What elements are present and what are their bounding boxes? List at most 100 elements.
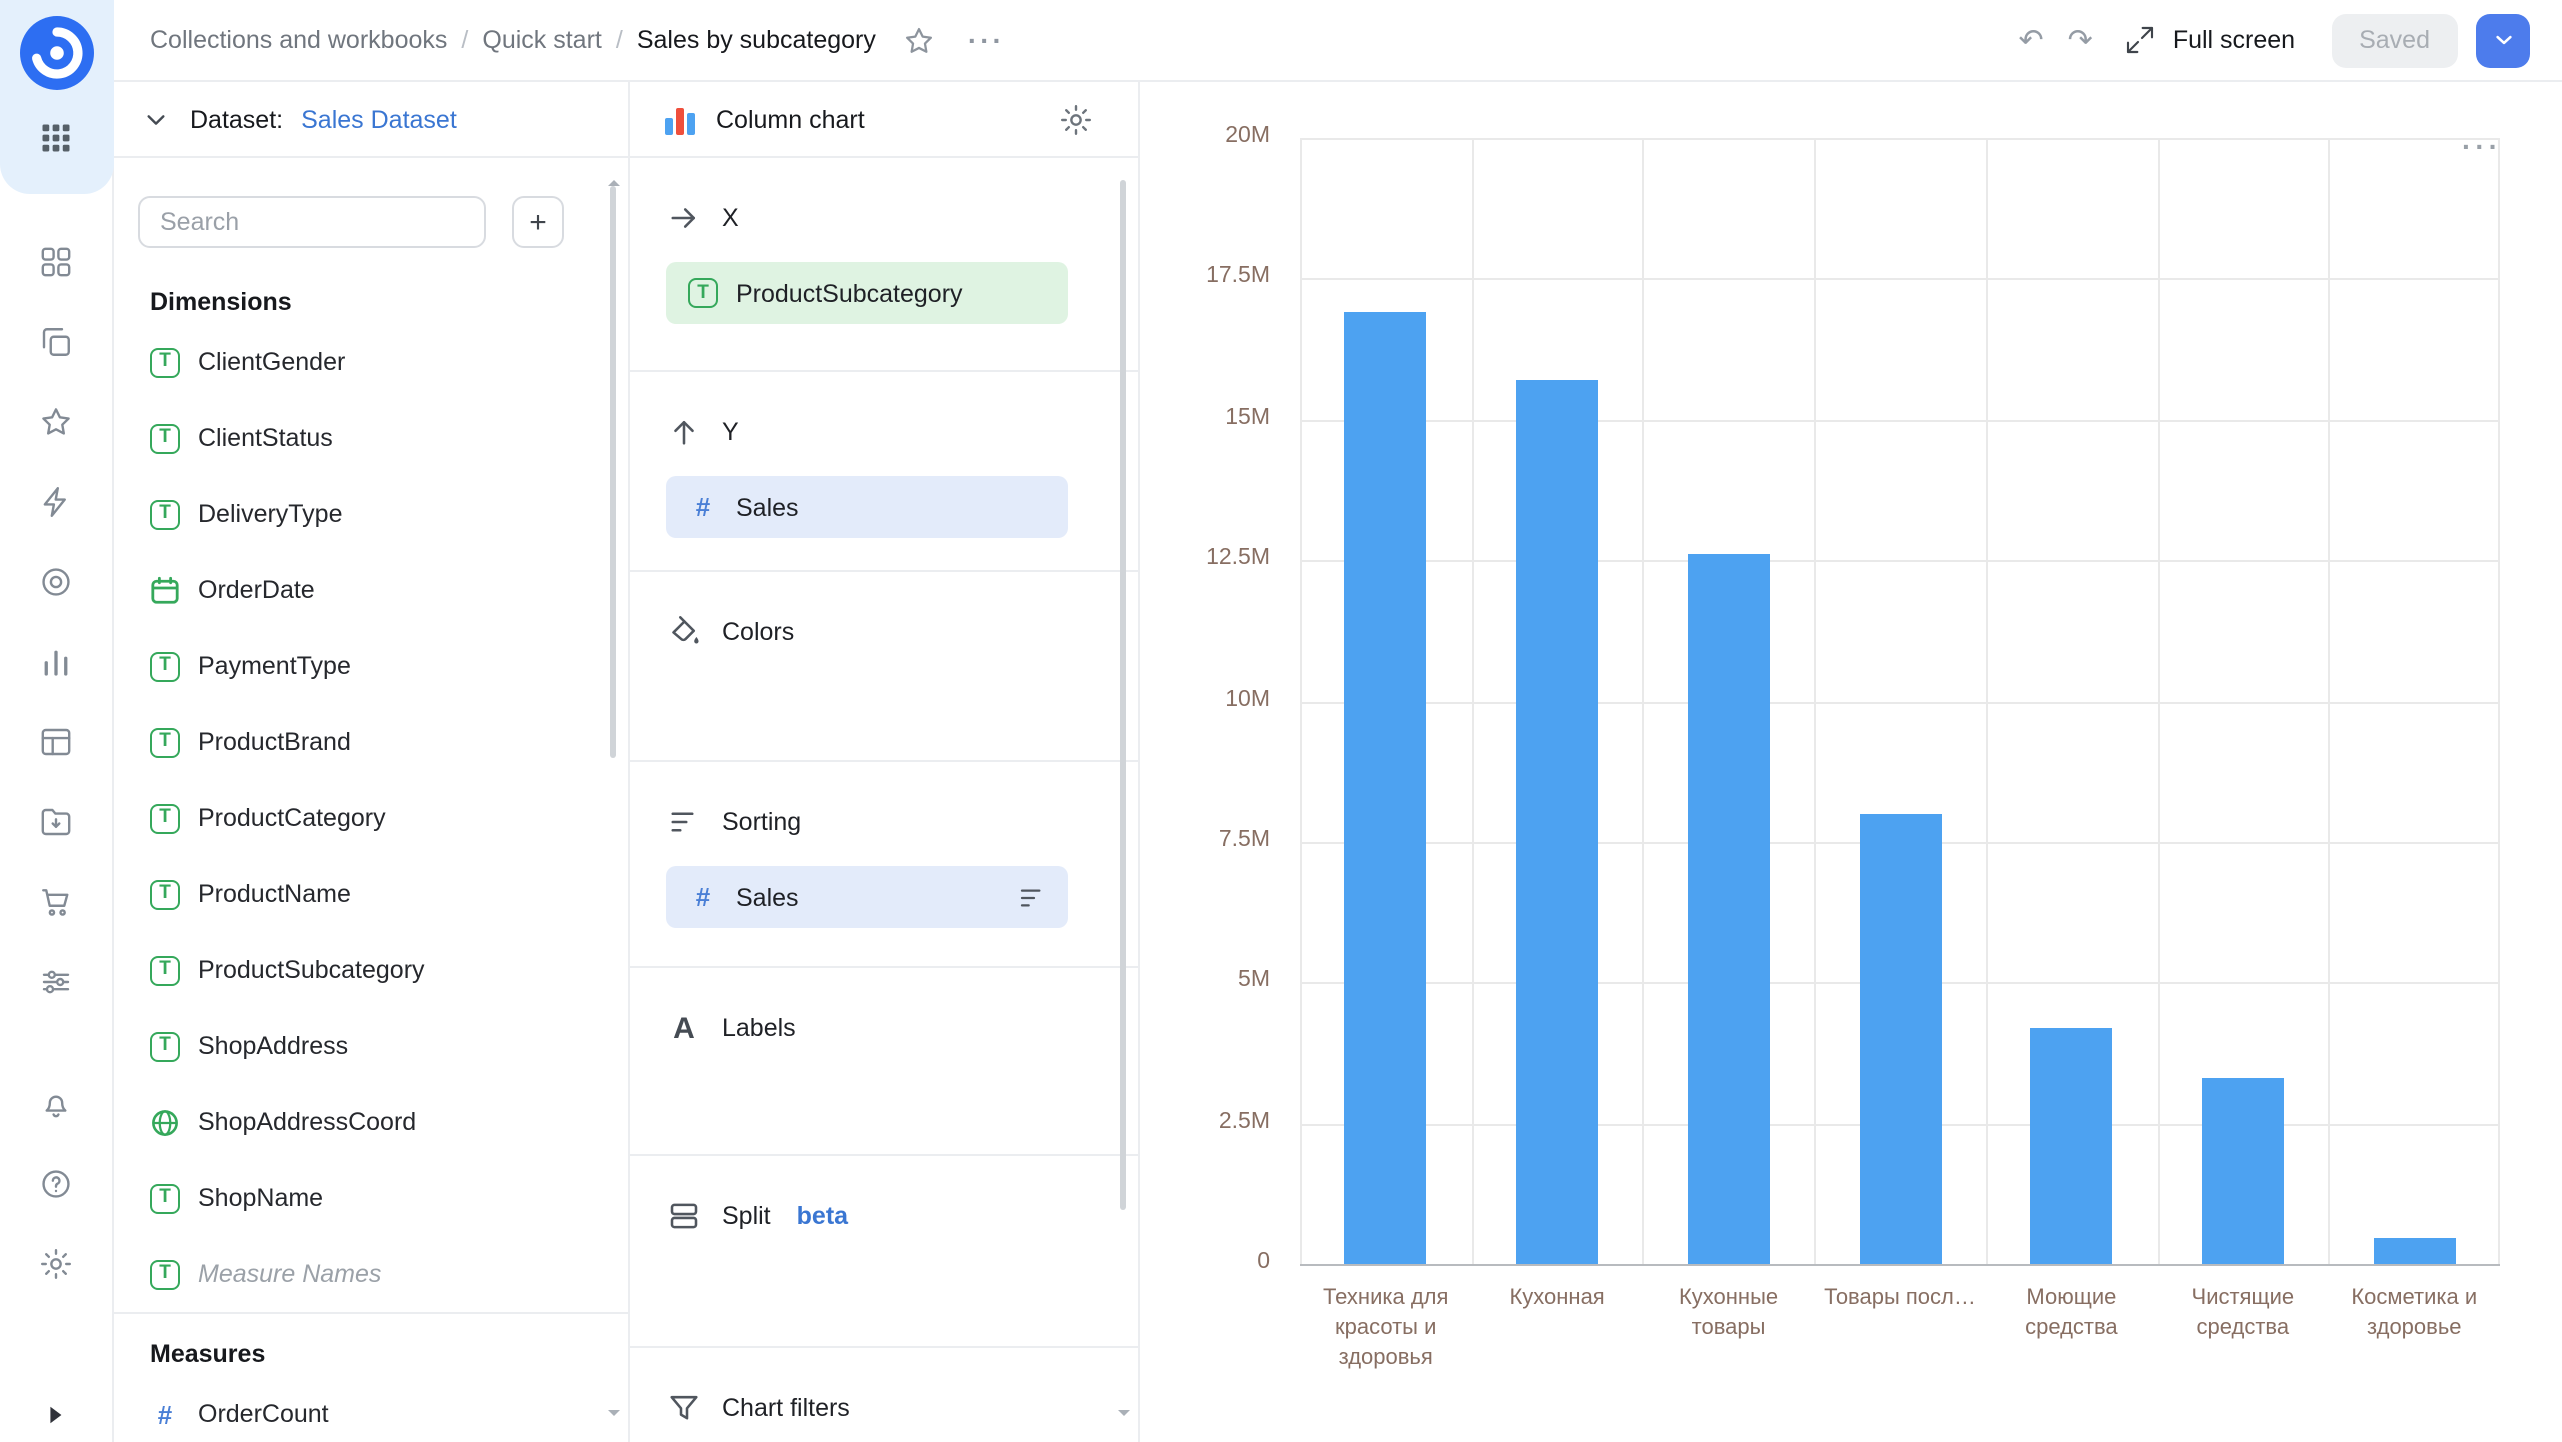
paint-bucket-icon — [666, 614, 702, 650]
field-type-text-icon: T — [150, 1259, 180, 1289]
gridline — [1300, 278, 2500, 281]
field-type-text-icon: T — [150, 727, 180, 757]
favorite-star-icon[interactable] — [902, 23, 936, 57]
funnel-icon — [666, 1390, 702, 1426]
field-type-number-icon: # — [157, 1399, 173, 1429]
field-row[interactable]: T DeliveryType — [114, 476, 628, 552]
chart-type-header: Column chart — [630, 82, 1138, 158]
y-axis-tick-label: 15M — [1225, 405, 1270, 430]
fullscreen-label: Full screen — [2172, 26, 2296, 54]
plot-area — [1300, 138, 2500, 1266]
breadcrumb-quick-start[interactable]: Quick start — [482, 26, 602, 54]
field-row[interactable]: T PaymentType — [114, 628, 628, 704]
bar-chart-icon[interactable] — [38, 644, 74, 680]
save-button[interactable]: Saved — [2331, 13, 2458, 67]
field-type-text-icon: T — [150, 803, 180, 833]
add-field-button[interactable]: + — [512, 196, 564, 248]
field-row[interactable]: T ProductName — [114, 856, 628, 932]
field-row[interactable]: T Measure Names — [114, 1236, 628, 1312]
config-scrollbar[interactable] — [1120, 170, 1126, 1410]
dataset-header: Dataset: Sales Dataset — [114, 82, 628, 158]
rings-icon[interactable] — [38, 564, 74, 600]
section-x-label: X — [722, 204, 739, 232]
field-type-text-icon: T — [150, 1031, 180, 1061]
chart-bar[interactable] — [2201, 1078, 2284, 1264]
beta-badge: beta — [796, 1202, 849, 1230]
x-axis-category-label: Кухонная — [1509, 1286, 1605, 1310]
scroll-up-icon[interactable] — [608, 174, 620, 186]
chart-bar[interactable] — [1344, 312, 1427, 1264]
y-field-pill[interactable]: # Sales — [666, 476, 1068, 538]
chart-type-label: Column chart — [716, 105, 865, 133]
field-type-text-icon: T — [150, 1183, 180, 1213]
expand-sidebar-icon[interactable] — [44, 1404, 66, 1432]
sorting-field-pill[interactable]: # Sales — [666, 866, 1068, 928]
field-row[interactable]: T ClientGender — [114, 324, 628, 400]
field-row[interactable]: # OrderCount — [114, 1376, 628, 1442]
section-colors-label: Colors — [722, 618, 795, 646]
field-row[interactable]: OrderDate — [114, 552, 628, 628]
field-label: ProductSubcategory — [198, 956, 425, 984]
section-labels: A Labels — [630, 968, 1138, 1156]
undo-icon[interactable]: ↶ — [2019, 25, 2044, 55]
collections-icon[interactable] — [38, 324, 74, 360]
bell-icon[interactable] — [38, 1086, 74, 1122]
field-row[interactable]: T ClientStatus — [114, 400, 628, 476]
chart-settings-gear-icon[interactable] — [1058, 102, 1094, 138]
field-row[interactable]: T ShopAddress — [114, 1008, 628, 1084]
x-field-pill[interactable]: T ProductSubcategory — [666, 262, 1068, 324]
help-icon[interactable] — [38, 1166, 74, 1202]
cart-icon[interactable] — [38, 884, 74, 920]
save-dropdown-button[interactable] — [2476, 13, 2530, 67]
chart-bar[interactable] — [1516, 380, 1599, 1264]
field-type-number-icon: # — [695, 882, 711, 912]
gridline — [1300, 419, 2500, 422]
widgets-icon[interactable] — [38, 244, 74, 280]
dataset-name-link[interactable]: Sales Dataset — [301, 105, 457, 133]
more-actions-icon[interactable]: ··· — [968, 24, 1005, 56]
scrollbar-thumb[interactable] — [1120, 180, 1126, 1210]
field-row[interactable]: ShopAddressCoord — [114, 1084, 628, 1160]
search-input[interactable] — [138, 196, 486, 248]
folder-download-icon[interactable] — [38, 804, 74, 840]
chart-bar[interactable] — [2373, 1238, 2456, 1264]
section-y-label: Y — [722, 418, 739, 446]
table-icon[interactable] — [38, 724, 74, 760]
fullscreen-button[interactable]: Full screen — [2125, 24, 2295, 56]
scrollbar-thumb[interactable] — [610, 186, 616, 758]
field-label: OrderCount — [198, 1400, 329, 1428]
y-axis-tick-label: 7.5M — [1218, 827, 1270, 852]
field-row[interactable]: T ShopName — [114, 1160, 628, 1236]
chart-bar[interactable] — [1687, 554, 1770, 1264]
section-chart-filters-label: Chart filters — [722, 1394, 850, 1422]
lightning-icon[interactable] — [38, 484, 74, 520]
breadcrumb-collections[interactable]: Collections and workbooks — [150, 26, 447, 54]
favorites-star-icon[interactable] — [38, 404, 74, 440]
sort-order-icon[interactable] — [1016, 881, 1048, 913]
app-switcher-icon[interactable] — [38, 120, 74, 162]
section-colors: Colors — [630, 572, 1138, 762]
field-row[interactable]: T ProductBrand — [114, 704, 628, 780]
sidebar-bottom — [0, 1086, 112, 1282]
field-label: ClientGender — [198, 348, 346, 376]
chart-bar[interactable] — [2030, 1027, 2113, 1264]
datalens-logo[interactable] — [20, 16, 94, 90]
dataset-scrollbar[interactable] — [610, 170, 616, 1422]
y-axis-tick-label: 10M — [1225, 687, 1270, 711]
chart-bar[interactable] — [1859, 813, 1941, 1264]
field-row[interactable]: T ProductCategory — [114, 780, 628, 856]
section-sorting-label: Sorting — [722, 808, 802, 836]
sliders-icon[interactable] — [38, 964, 74, 1000]
gear-icon[interactable] — [38, 1246, 74, 1282]
dimensions-title: Dimensions — [150, 288, 292, 316]
chevron-down-icon[interactable] — [140, 103, 172, 135]
gridline — [2328, 138, 2331, 1264]
field-type-text-icon: T — [688, 278, 718, 308]
split-icon — [666, 1198, 702, 1234]
field-row[interactable]: T ProductSubcategory — [114, 932, 628, 1008]
redo-icon[interactable]: ↷ — [2068, 25, 2093, 55]
labels-icon: A — [673, 1011, 695, 1045]
scroll-down-icon[interactable] — [1118, 1410, 1130, 1422]
scroll-down-icon[interactable] — [608, 1410, 620, 1422]
y-axis-tick-label: 0 — [1257, 1250, 1270, 1274]
